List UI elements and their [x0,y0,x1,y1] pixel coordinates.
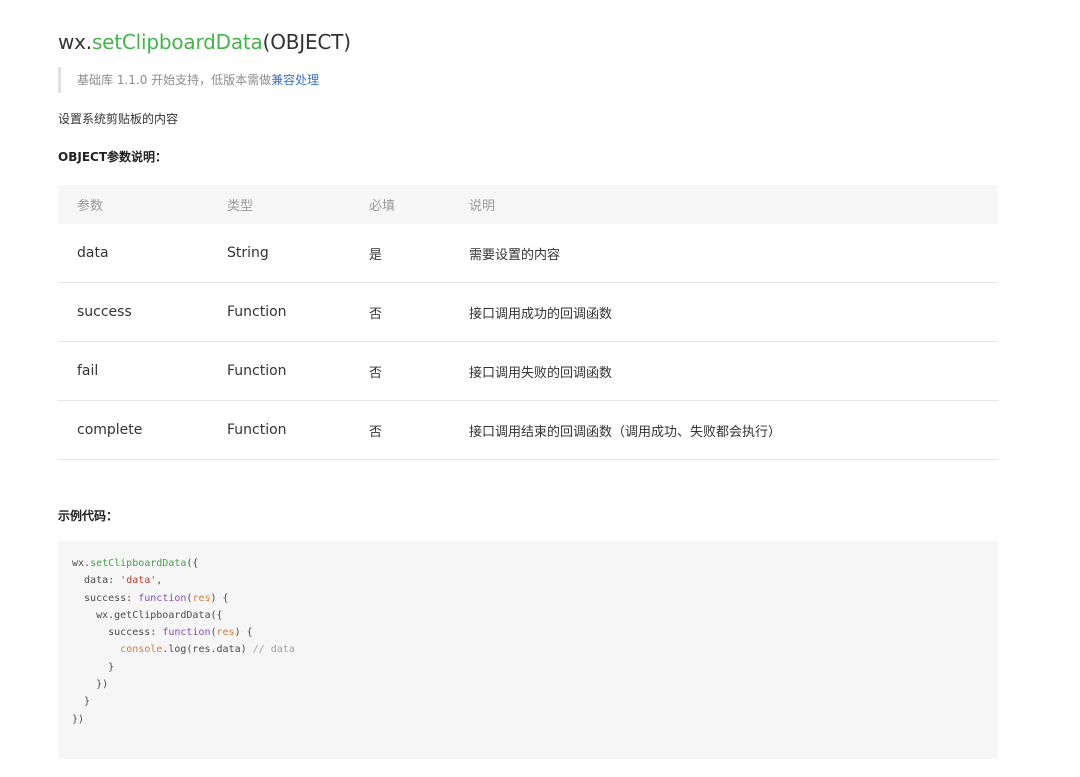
header-type: 类型 [208,185,350,224]
title-function-name: setClipboardData [91,30,263,54]
code-line: console.log(res.data) // data [120,644,295,656]
header-required: 必填 [350,185,450,224]
header-description: 说明 [450,185,998,224]
code-line: success: function(res) { [72,627,253,639]
param-required: 否 [350,341,450,401]
param-description: 接口调用失败的回调函数 [450,341,998,401]
code-line: success: function(res) { [72,592,229,604]
code-block[interactable]: wx.setClipboardData({ data: 'data', succ… [58,541,998,759]
param-description: 接口调用结束的回调函数（调用成功、失败都会执行） [450,400,998,460]
code-line: } [72,696,91,708]
api-description: 设置系统剪贴板的内容 [58,112,179,126]
compat-note-text: 基础库 1.1.0 开始支持，低版本需做 [77,73,272,87]
param-description: 接口调用成功的回调函数 [450,282,998,342]
param-name: success [58,282,208,342]
code-line: }) [72,679,109,691]
compat-link[interactable]: 兼容处理 [271,73,319,87]
param-required: 是 [350,224,450,283]
param-required: 否 [350,400,450,460]
param-name: fail [58,341,208,401]
param-name: data [58,224,208,283]
table-row: success Function 否 接口调用成功的回调函数 [58,282,998,342]
code-line: }) [72,713,85,725]
params-table: 参数 类型 必填 说明 data String 是 需要设置的内容 succes… [58,185,998,460]
code-line: } [72,661,115,673]
param-type: String [208,224,350,283]
param-type: Function [208,400,350,460]
code-line: wx.getClipboardData({ [72,609,223,621]
example-heading: 示例代码： [58,509,119,523]
code-line: wx.setClipboardData({ [72,558,199,569]
params-heading: OBJECT参数说明： [58,150,168,164]
table-row: fail Function 否 接口调用失败的回调函数 [58,341,998,401]
title-prefix: wx. [58,30,92,54]
table-row: complete Function 否 接口调用结束的回调函数（调用成功、失败都… [58,400,998,460]
page-title: wx.setClipboardData(OBJECT) [58,27,351,57]
compat-note: 基础库 1.1.0 开始支持，低版本需做兼容处理 [58,67,319,93]
param-type: Function [208,341,350,401]
title-suffix: (OBJECT) [262,30,351,54]
param-type: Function [208,282,350,342]
table-row: data String 是 需要设置的内容 [58,224,998,283]
param-description: 需要设置的内容 [450,224,998,283]
params-table-header: 参数 类型 必填 说明 [58,185,998,224]
code-line: data: 'data', [72,575,163,587]
header-param: 参数 [58,185,208,224]
param-name: complete [58,400,208,460]
param-required: 否 [350,282,450,342]
